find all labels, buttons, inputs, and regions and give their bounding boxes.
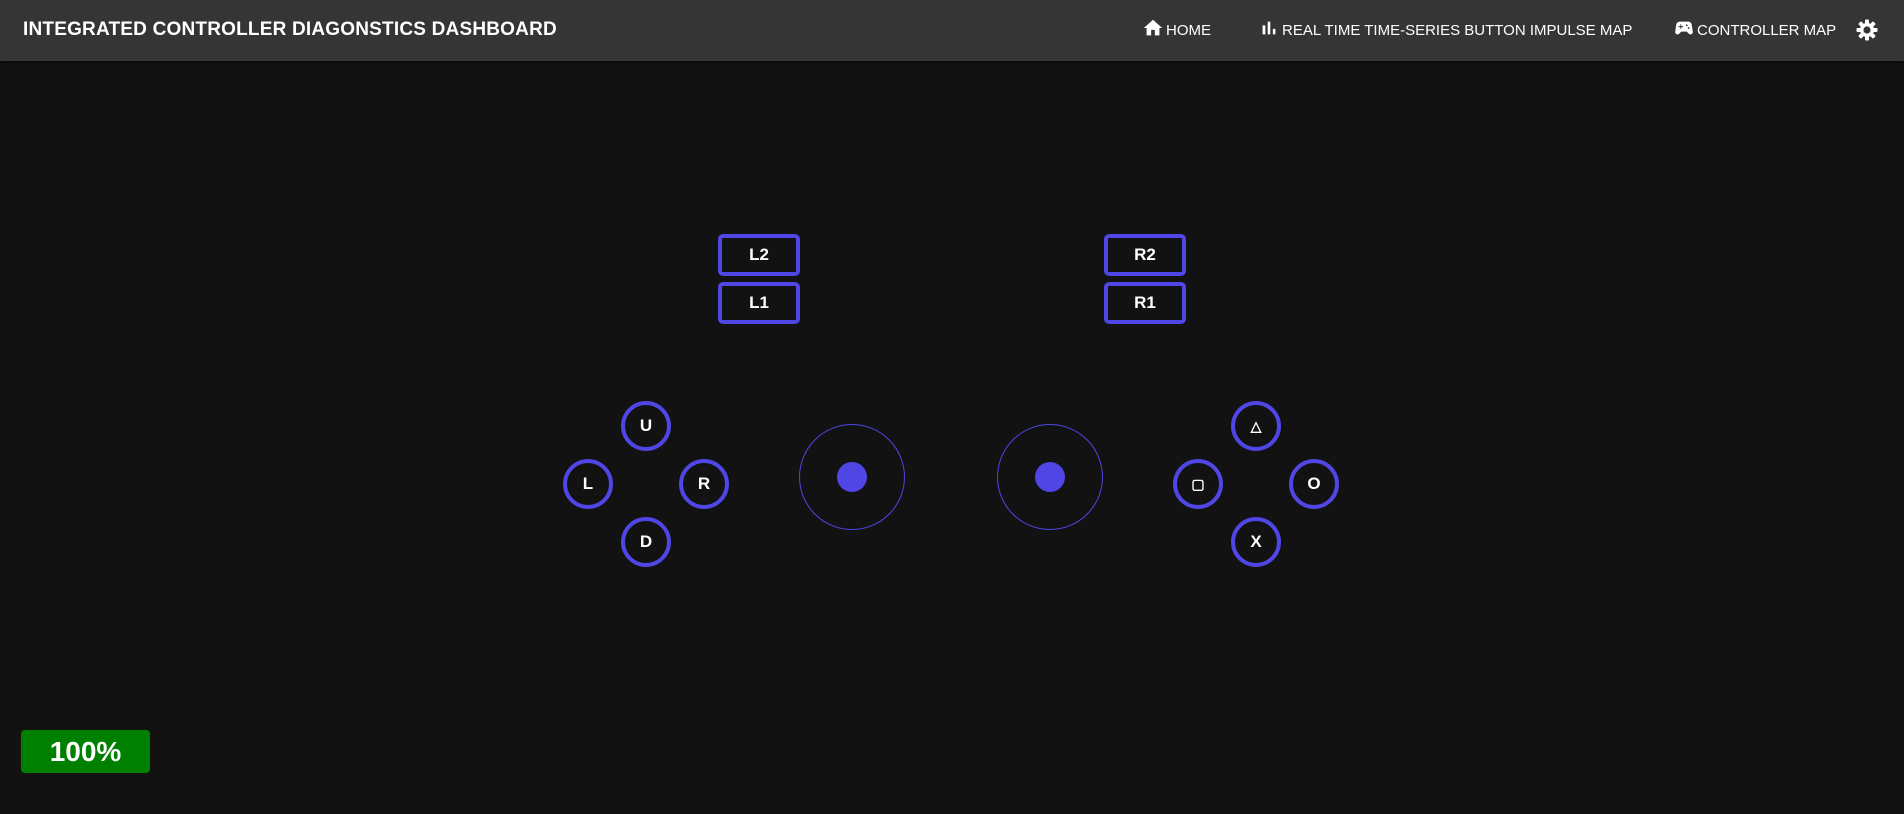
right-stick-position-dot [1035,462,1065,492]
nav-controller-map-label: CONTROLLER MAP [1697,21,1837,39]
bar-chart-icon [1258,17,1282,43]
app-title: INTEGRATED CONTROLLER DIAGONSTICS DASHBO… [23,19,557,40]
r1-button[interactable]: R1 [1104,282,1186,324]
left-stick-position-dot [837,462,867,492]
dpad-down-button[interactable]: D [621,517,671,567]
gamepad-icon [1673,17,1697,43]
nav-home-label: HOME [1166,21,1211,39]
left-analog-stick[interactable] [799,424,905,530]
gear-icon [1855,19,1879,46]
circle-button[interactable]: O [1289,459,1339,509]
l1-button[interactable]: L1 [718,282,800,324]
r2-button[interactable]: R2 [1104,234,1186,276]
home-icon [1142,17,1166,43]
square-button[interactable]: ▢ [1173,459,1223,509]
triangle-button[interactable]: △ [1231,401,1281,451]
l2-button[interactable]: L2 [718,234,800,276]
nav-timeseries[interactable]: REAL TIME TIME-SERIES BUTTON IMPULSE MAP [1258,18,1632,42]
dpad-up-button[interactable]: U [621,401,671,451]
cross-button[interactable]: X [1231,517,1281,567]
right-analog-stick[interactable] [997,424,1103,530]
battery-level-badge: 100% [21,730,150,773]
dpad-left-button[interactable]: L [563,459,613,509]
top-nav-bar: INTEGRATED CONTROLLER DIAGONSTICS DASHBO… [0,0,1904,61]
settings-button[interactable] [1855,18,1879,42]
nav-timeseries-label: REAL TIME TIME-SERIES BUTTON IMPULSE MAP [1282,21,1633,39]
nav-controller-map[interactable]: CONTROLLER MAP [1673,18,1836,42]
nav-home[interactable]: HOME [1142,18,1211,42]
dpad-right-button[interactable]: R [679,459,729,509]
